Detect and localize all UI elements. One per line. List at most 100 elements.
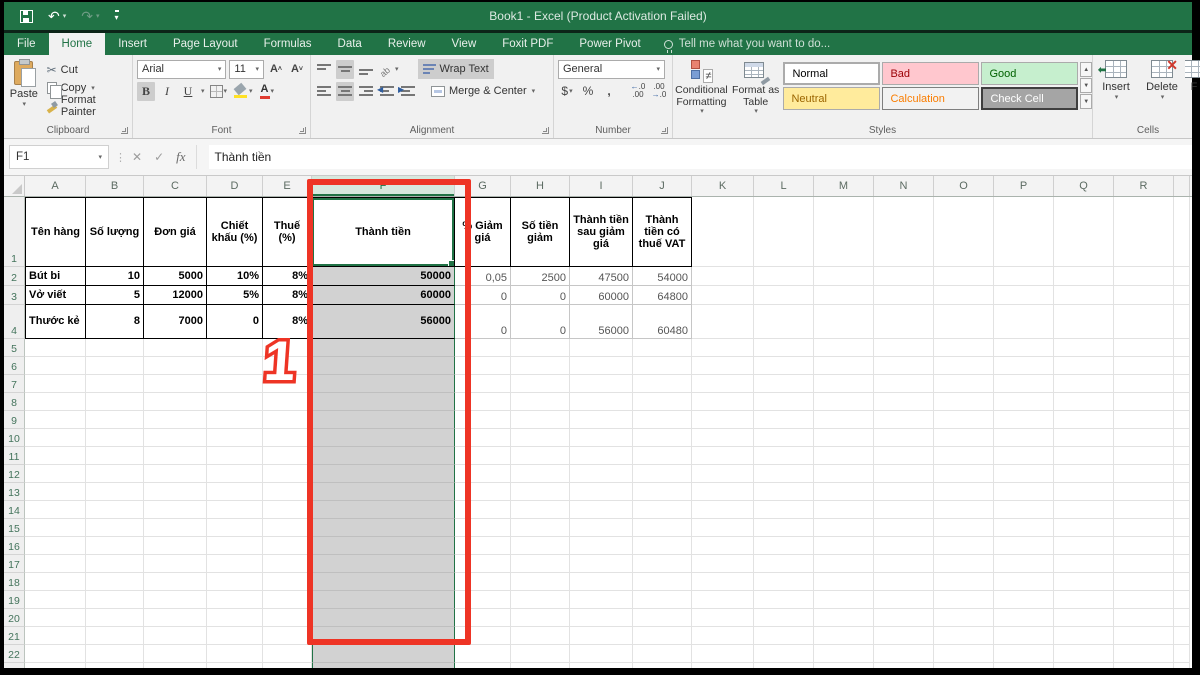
cell-x16[interactable] [1174,537,1190,555]
cell-D13[interactable] [207,483,263,501]
cell-O20[interactable] [934,609,994,627]
cell-Q12[interactable] [1054,465,1114,483]
cell-G22[interactable] [455,645,511,663]
cell-E8[interactable] [263,393,312,411]
cell-G8[interactable] [455,393,511,411]
cell-L11[interactable] [754,447,814,465]
cell-E12[interactable] [263,465,312,483]
cell-A4[interactable]: Thước kẻ [25,305,86,339]
row-header-12[interactable]: 12 [4,465,25,483]
cell-L5[interactable] [754,339,814,357]
cell-x1[interactable] [1174,197,1190,267]
cell-C21[interactable] [144,627,207,645]
fill-color-button[interactable]: ▾ [232,82,255,101]
cell-H10[interactable] [511,429,570,447]
row-header-1[interactable]: 1 [4,197,25,267]
row-header-21[interactable]: 21 [4,627,25,645]
cell-D21[interactable] [207,627,263,645]
cell-I23[interactable] [570,663,633,668]
cell-P5[interactable] [994,339,1054,357]
cell-J23[interactable] [633,663,692,668]
cell-J22[interactable] [633,645,692,663]
orientation-button[interactable]: ▾ [378,60,401,79]
cell-R15[interactable] [1114,519,1174,537]
column-header-Q[interactable]: Q [1054,176,1114,196]
cell-B18[interactable] [86,573,144,591]
cell-O22[interactable] [934,645,994,663]
cell-F20[interactable] [312,609,455,627]
cell-E19[interactable] [263,591,312,609]
cell-C6[interactable] [144,357,207,375]
format-painter-button[interactable]: Format Painter [44,97,132,115]
cell-M17[interactable] [814,555,874,573]
cell-B10[interactable] [86,429,144,447]
cell-L19[interactable] [754,591,814,609]
font-color-button[interactable]: A▾ [258,82,276,101]
cell-F9[interactable] [312,411,455,429]
cell-R19[interactable] [1114,591,1174,609]
cell-O17[interactable] [934,555,994,573]
cell-O10[interactable] [934,429,994,447]
cell-x5[interactable] [1174,339,1190,357]
cell-I20[interactable] [570,609,633,627]
cell-H18[interactable] [511,573,570,591]
cell-M22[interactable] [814,645,874,663]
clipboard-dialog-launcher-icon[interactable] [121,127,128,134]
column-header-K[interactable]: K [692,176,754,196]
cell-I11[interactable] [570,447,633,465]
column-header-M[interactable]: M [814,176,874,196]
cell-I1[interactable]: Thành tiền sau giảm giá [570,197,633,267]
cell-Q2[interactable] [1054,267,1114,286]
cell-F16[interactable] [312,537,455,555]
cell-D10[interactable] [207,429,263,447]
cell-M3[interactable] [814,286,874,305]
cell-I3[interactable]: 60000 [570,286,633,305]
increase-font-size-button[interactable]: A˄ [267,60,285,79]
cell-B13[interactable] [86,483,144,501]
number-dialog-launcher-icon[interactable] [661,127,668,134]
cell-E3[interactable]: 8% [263,286,312,305]
style-chip-bad[interactable]: Bad [882,62,979,85]
cell-I16[interactable] [570,537,633,555]
redo-button[interactable]: ↷▾ [81,9,99,23]
number-format-combo[interactable]: General▾ [558,60,665,79]
cell-K17[interactable] [692,555,754,573]
cell-G21[interactable] [455,627,511,645]
cell-K6[interactable] [692,357,754,375]
cell-C7[interactable] [144,375,207,393]
cell-L6[interactable] [754,357,814,375]
save-icon[interactable] [20,10,33,23]
column-header-C[interactable]: C [144,176,207,196]
wrap-text-button[interactable]: Wrap Text [418,59,494,79]
cell-C9[interactable] [144,411,207,429]
cell-E13[interactable] [263,483,312,501]
cell-C13[interactable] [144,483,207,501]
cell-R2[interactable] [1114,267,1174,286]
align-center-button[interactable] [336,82,354,101]
cell-G19[interactable] [455,591,511,609]
cell-N18[interactable] [874,573,934,591]
cell-D3[interactable]: 5% [207,286,263,305]
cell-N13[interactable] [874,483,934,501]
cell-Q1[interactable] [1054,197,1114,267]
cell-x13[interactable] [1174,483,1190,501]
borders-button[interactable]: ▾ [208,82,230,101]
cell-G17[interactable] [455,555,511,573]
gallery-expand-icon[interactable]: ▼ [1080,94,1092,109]
cell-x8[interactable] [1174,393,1190,411]
cell-J6[interactable] [633,357,692,375]
cell-P17[interactable] [994,555,1054,573]
cell-H2[interactable]: 2500 [511,267,570,286]
cell-M18[interactable] [814,573,874,591]
select-all-corner[interactable] [4,176,25,196]
cell-F12[interactable] [312,465,455,483]
cell-C1[interactable]: Đơn giá [144,197,207,267]
cell-K1[interactable] [692,197,754,267]
cell-L23[interactable] [754,663,814,668]
cell-B11[interactable] [86,447,144,465]
cell-P19[interactable] [994,591,1054,609]
cell-Q20[interactable] [1054,609,1114,627]
cell-H9[interactable] [511,411,570,429]
ribbon-tab-review[interactable]: Review [375,33,439,55]
cell-D2[interactable]: 10% [207,267,263,286]
